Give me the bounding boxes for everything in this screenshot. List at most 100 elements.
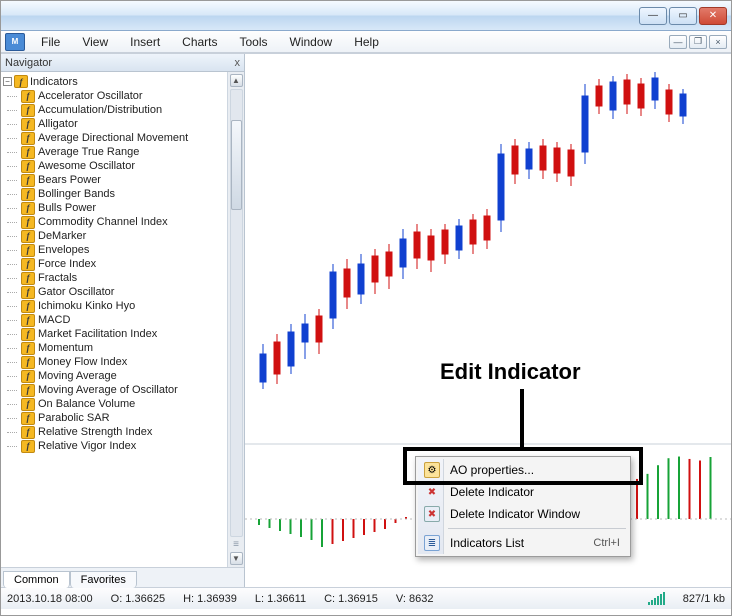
tree-item-label: Average True Range — [38, 146, 139, 158]
tree-item-label: Gator Oscillator — [38, 286, 114, 298]
menu-help[interactable]: Help — [344, 33, 389, 51]
ctx-indicators-list-shortcut: Ctrl+I — [593, 537, 620, 549]
mdi-minimize[interactable]: — — [669, 35, 687, 49]
indicator-icon: f — [21, 356, 35, 369]
chart-area[interactable]: Edit Indicator ⚙ AO properties... ✖ Dele… — [245, 54, 731, 587]
status-open: O: 1.36625 — [111, 593, 165, 605]
scroll-up-icon[interactable]: ▲ — [230, 74, 243, 87]
tree-item-label: Relative Vigor Index — [38, 440, 136, 452]
tree-item[interactable]: fMoving Average of Oscillator — [21, 383, 227, 397]
tree-item[interactable]: fBollinger Bands — [21, 187, 227, 201]
tab-common[interactable]: Common — [3, 571, 70, 588]
tree-item[interactable]: fIchimoku Kinko Hyo — [21, 299, 227, 313]
navigator-tabs: Common Favorites — [1, 567, 244, 587]
tree-item-label: Accumulation/Distribution — [38, 104, 162, 116]
navigator-header: Navigator x — [1, 54, 244, 72]
indicator-icon: f — [21, 300, 35, 313]
indicator-icon: f — [21, 370, 35, 383]
maximize-button[interactable]: ▭ — [669, 7, 697, 25]
navigator-close-icon[interactable]: x — [235, 57, 241, 69]
navigator-scrollbar[interactable]: ▲ ≡ ▼ — [227, 72, 244, 567]
tree-item[interactable]: fAlligator — [21, 117, 227, 131]
tree-collapse-icon[interactable]: − — [3, 77, 12, 86]
tree-item[interactable]: fParabolic SAR — [21, 411, 227, 425]
tree-item[interactable]: fFractals — [21, 271, 227, 285]
tree-item[interactable]: fGator Oscillator — [21, 285, 227, 299]
tree-item[interactable]: fCommodity Channel Index — [21, 215, 227, 229]
indicator-icon: f — [21, 440, 35, 453]
tree-item[interactable]: fDeMarker — [21, 229, 227, 243]
menu-file[interactable]: File — [31, 33, 70, 51]
indicator-icon: f — [21, 244, 35, 257]
connection-bars-icon — [648, 592, 665, 605]
indicator-icon: f — [21, 230, 35, 243]
indicator-icon: f — [21, 174, 35, 187]
ctx-delete-window-label: Delete Indicator Window — [450, 507, 580, 521]
indicator-icon: f — [21, 426, 35, 439]
tree-item[interactable]: fAverage Directional Movement — [21, 131, 227, 145]
tree-item[interactable]: fRelative Strength Index — [21, 425, 227, 439]
minimize-button[interactable]: — — [639, 7, 667, 25]
tree-item[interactable]: fMACD — [21, 313, 227, 327]
menu-window[interactable]: Window — [280, 33, 343, 51]
status-close: C: 1.36915 — [324, 593, 378, 605]
status-connection: 827/1 kb — [683, 593, 725, 605]
statusbar: 2013.10.18 08:00 O: 1.36625 H: 1.36939 L… — [1, 587, 731, 609]
tree-item[interactable]: fMarket Facilitation Index — [21, 327, 227, 341]
indicator-icon: f — [21, 104, 35, 117]
scroll-down-icon[interactable]: ▼ — [230, 552, 243, 565]
mdi-close[interactable]: × — [709, 35, 727, 49]
tree-root-label: Indicators — [30, 76, 78, 88]
indicator-icon: f — [21, 216, 35, 229]
indicator-icon: f — [21, 286, 35, 299]
menu-insert[interactable]: Insert — [120, 33, 170, 51]
indicators-list-icon: ≣ — [424, 535, 440, 551]
indicator-icon: f — [21, 202, 35, 215]
tree-item[interactable]: fMoving Average — [21, 369, 227, 383]
indicator-icon: f — [21, 188, 35, 201]
annotation-edit-indicator: Edit Indicator — [440, 359, 581, 385]
navigator-tree[interactable]: − f Indicators fAccelerator OscillatorfA… — [1, 72, 227, 567]
indicator-icon: f — [21, 398, 35, 411]
close-button[interactable]: ✕ — [699, 7, 727, 25]
indicator-icon: f — [21, 384, 35, 397]
tree-item-label: Awesome Oscillator — [38, 160, 135, 172]
tree-item[interactable]: fBulls Power — [21, 201, 227, 215]
tree-item[interactable]: fRelative Vigor Index — [21, 439, 227, 453]
context-menu-separator — [448, 528, 626, 529]
scroll-grip-icon: ≡ — [233, 539, 239, 550]
scroll-track[interactable] — [230, 89, 243, 537]
tree-item[interactable]: fAwesome Oscillator — [21, 159, 227, 173]
scroll-thumb[interactable] — [231, 120, 242, 210]
tree-item[interactable]: fOn Balance Volume — [21, 397, 227, 411]
titlebar: — ▭ ✕ — [1, 1, 731, 31]
indicator-icon: f — [21, 328, 35, 341]
menu-view[interactable]: View — [72, 33, 118, 51]
delete-window-icon: ✖ — [424, 506, 440, 522]
menu-tools[interactable]: Tools — [230, 33, 278, 51]
indicator-icon: f — [21, 160, 35, 173]
ctx-indicators-list-label: Indicators List — [450, 536, 524, 550]
tree-item-label: Money Flow Index — [38, 356, 127, 368]
tree-item[interactable]: fMoney Flow Index — [21, 355, 227, 369]
tree-root-indicators[interactable]: − f Indicators — [3, 74, 227, 89]
tree-item[interactable]: fAccumulation/Distribution — [21, 103, 227, 117]
mdi-restore[interactable]: ❐ — [689, 35, 707, 49]
status-high: H: 1.36939 — [183, 593, 237, 605]
navigator-panel: Navigator x − f Indicators fAccelerator … — [1, 54, 245, 587]
tree-item[interactable]: fEnvelopes — [21, 243, 227, 257]
tree-item-label: Force Index — [38, 258, 96, 270]
ctx-delete-indicator-window[interactable]: ✖ Delete Indicator Window — [418, 503, 628, 525]
tree-item[interactable]: fAccelerator Oscillator — [21, 89, 227, 103]
tree-item[interactable]: fBears Power — [21, 173, 227, 187]
ctx-indicators-list[interactable]: ≣ Indicators List Ctrl+I — [418, 532, 628, 554]
indicator-icon: f — [21, 90, 35, 103]
tree-item-label: Moving Average — [38, 370, 117, 382]
indicator-icon: f — [21, 258, 35, 271]
tab-favorites[interactable]: Favorites — [70, 571, 137, 588]
tree-item[interactable]: fAverage True Range — [21, 145, 227, 159]
tree-children: fAccelerator OscillatorfAccumulation/Dis… — [3, 89, 227, 453]
tree-item[interactable]: fMomentum — [21, 341, 227, 355]
menu-charts[interactable]: Charts — [172, 33, 227, 51]
tree-item[interactable]: fForce Index — [21, 257, 227, 271]
